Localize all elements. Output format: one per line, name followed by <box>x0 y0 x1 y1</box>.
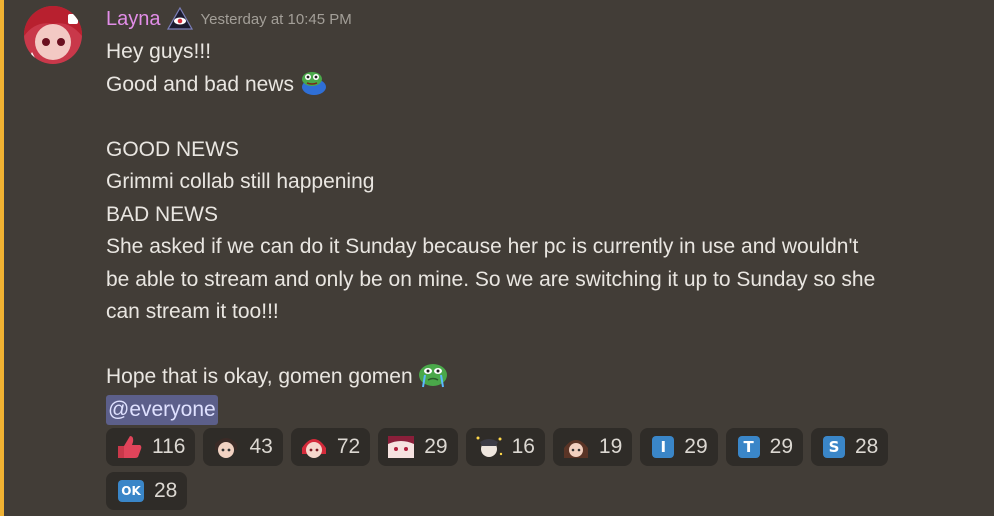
everyone-mention[interactable]: @everyone <box>106 394 218 425</box>
frog-emoji-icon <box>298 69 330 97</box>
reaction-count: 16 <box>511 435 535 458</box>
letter-i-emoji-icon: I <box>652 436 675 458</box>
reaction-count: 29 <box>684 435 708 458</box>
crying-frog-emoji-icon <box>417 361 449 389</box>
reaction-letter-t[interactable]: T 29 <box>725 428 803 466</box>
reaction-letter-s[interactable]: S 28 <box>811 428 889 466</box>
reactions-bar: 116 43 72 29 16 19 I 29 T 29 S 28 OK 28 <box>106 428 906 510</box>
reaction-count: 28 <box>154 479 178 502</box>
reaction-ok[interactable]: OK 28 <box>106 472 188 510</box>
reaction-letter-i[interactable]: I 29 <box>640 428 718 466</box>
reaction-brown-hair[interactable]: 19 <box>552 428 633 466</box>
reaction-sparkle[interactable]: 16 <box>465 428 545 466</box>
avatar[interactable] <box>24 6 82 64</box>
message-content: Hey guys!!! Good and bad news GOOD NEWS … <box>106 36 926 426</box>
reaction-count: 116 <box>152 435 186 458</box>
message-line <box>106 101 926 134</box>
chibi-character-emoji-icon <box>211 434 241 460</box>
timestamp: Yesterday at 10:45 PM <box>200 10 352 28</box>
reaction-count: 29 <box>424 435 448 458</box>
message-line: @everyone <box>106 394 926 427</box>
letter-s-emoji-icon: S <box>823 436 845 458</box>
reaction-count: 72 <box>336 435 361 458</box>
message-line: GOOD NEWS <box>106 137 240 161</box>
message-line: can stream it too!!! <box>106 300 279 323</box>
reaction-count: 43 <box>249 435 273 458</box>
thumbs-up-emoji-icon <box>114 434 144 460</box>
pyramid-eye-icon <box>166 6 193 32</box>
letter-t-emoji-icon: T <box>737 436 760 458</box>
ok-emoji-icon: OK <box>118 480 144 502</box>
red-hair-character-emoji-icon <box>299 434 329 460</box>
username[interactable]: Layna <box>106 8 161 31</box>
brown-hair-character-emoji-icon <box>561 434 591 460</box>
reaction-thumbs-up[interactable]: 116 <box>106 428 196 466</box>
reaction-red-hair[interactable]: 72 <box>290 428 371 466</box>
anime-face-emoji-icon <box>386 434 416 460</box>
reaction-count: 28 <box>855 435 879 458</box>
sparkle-character-emoji-icon <box>474 434 504 460</box>
message-line-text: Good and bad news <box>106 72 294 96</box>
message-line: Grimmi collab still happening <box>106 170 375 193</box>
reaction-count: 19 <box>598 435 623 458</box>
reaction-count: 29 <box>769 435 793 458</box>
message-line: Hey guys!!! <box>106 40 212 63</box>
message-line: Good and bad news <box>106 69 926 102</box>
chat-message: Layna Yesterday at 10:45 PM Hey guys!!! … <box>0 0 994 516</box>
reaction-chibi[interactable]: 43 <box>203 428 283 466</box>
message-line: BAD NEWS <box>106 202 219 226</box>
message-header: Layna Yesterday at 10:45 PM <box>106 4 352 34</box>
message-line: Hope that is okay, gomen gomen <box>106 361 926 394</box>
message-line-text: Hope that is okay, gomen gomen <box>106 365 413 388</box>
message-line: She asked if we can do it Sunday because… <box>106 235 859 258</box>
mention-highlight-bar <box>0 0 4 516</box>
message-line: be able to stream and only be on mine. S… <box>106 267 876 291</box>
reaction-anime-face[interactable]: 29 <box>378 428 458 466</box>
message-line <box>106 329 926 362</box>
